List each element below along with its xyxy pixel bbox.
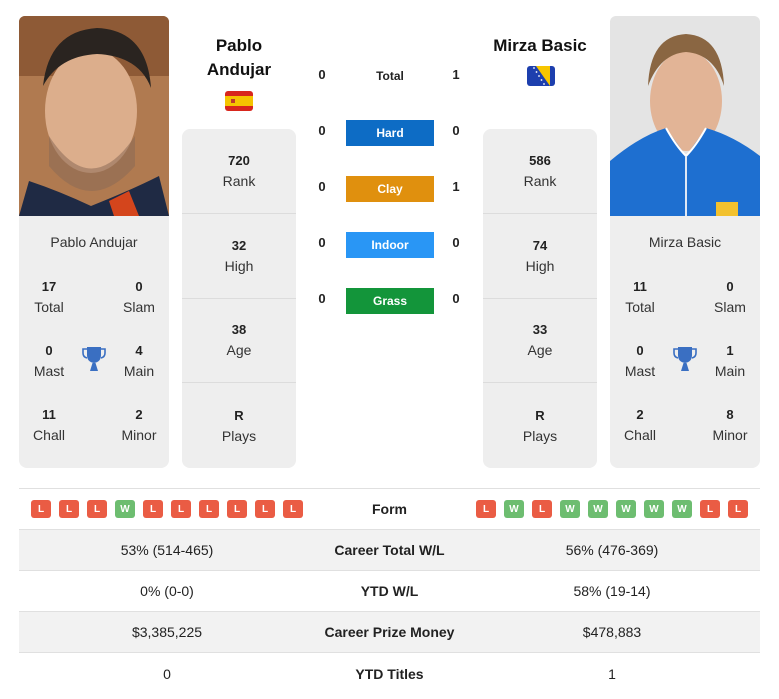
form-win-badge[interactable]: W bbox=[644, 500, 664, 518]
player2-titles-slam: 0 Slam bbox=[714, 279, 746, 315]
player2-card-name: Mirza Basic bbox=[648, 234, 722, 250]
surface-clay-badge: Clay bbox=[346, 176, 434, 202]
player2-career-wl: 56% (476-369) bbox=[565, 542, 659, 558]
form-win-badge[interactable]: W bbox=[504, 500, 524, 518]
career-wl-row: 53% (514-465) Career Total W/L 56% (476-… bbox=[19, 530, 760, 571]
surface-indoor-badge: Indoor bbox=[346, 232, 434, 258]
player1-titles-main: 4 Main bbox=[123, 343, 155, 379]
player1-titles-chall: 11 Chall bbox=[33, 407, 65, 443]
player1-titles-mast: 0 Mast bbox=[33, 343, 65, 379]
player1-high: 32 High bbox=[182, 214, 296, 299]
h2h-indoor-p2: 0 bbox=[452, 235, 460, 250]
h2h-clay-p2: 1 bbox=[452, 179, 460, 194]
form-win-badge[interactable]: W bbox=[616, 500, 636, 518]
ytd-wl-row: 0% (0-0) YTD W/L 58% (19-14) bbox=[19, 571, 760, 612]
form-win-badge[interactable]: W bbox=[560, 500, 580, 518]
prize-money-label: Career Prize Money bbox=[324, 624, 455, 640]
comparison-table: LLLWLLLLLL Form LWLWWWWWLL 53% (514-465)… bbox=[19, 488, 760, 694]
spain-flag-icon bbox=[225, 91, 253, 111]
h2h-total-label: Total bbox=[376, 69, 404, 83]
player1-ytd-titles: 0 bbox=[163, 665, 171, 682]
form-row: LLLWLLLLLL Form LWLWWWWWLL bbox=[19, 489, 760, 530]
form-loss-badge[interactable]: L bbox=[255, 500, 275, 518]
player2-prize-money: $478,883 bbox=[582, 624, 642, 640]
player2-name[interactable]: Mirza Basic bbox=[470, 34, 610, 58]
player2-high: 74 High bbox=[483, 214, 597, 299]
player2-ytd-wl: 58% (19-14) bbox=[573, 583, 651, 599]
h2h-clay-p1: 0 bbox=[318, 179, 326, 194]
player2-info-card: 586 Rank 74 High 33 Age R Plays bbox=[483, 129, 597, 468]
form-win-badge[interactable]: W bbox=[588, 500, 608, 518]
player2-rank: 586 Rank bbox=[483, 129, 597, 214]
player1-titles-total: 17 Total bbox=[34, 279, 64, 315]
h2h-total-p2: 1 bbox=[452, 67, 460, 82]
player1-career-wl: 53% (514-465) bbox=[120, 542, 214, 558]
surface-grass-badge: Grass bbox=[346, 288, 434, 314]
trophy-icon bbox=[82, 347, 106, 371]
h2h-hard-p1: 0 bbox=[318, 123, 326, 138]
prize-money-row: $3,385,225 Career Prize Money $478,883 bbox=[19, 612, 760, 653]
player1-photo bbox=[19, 16, 169, 216]
form-loss-badge[interactable]: L bbox=[87, 500, 107, 518]
form-loss-badge[interactable]: L bbox=[227, 500, 247, 518]
h2h-total-p1: 0 bbox=[318, 67, 326, 82]
player2-plays: R Plays bbox=[522, 407, 558, 444]
player1-titles-card: Pablo Andujar 17 Total 0 Slam 0 Mast 4 M… bbox=[19, 216, 169, 468]
player1-info-card: 720 Rank 32 High 38 Age R Plays bbox=[182, 129, 296, 468]
h2h-hard-p2: 0 bbox=[452, 123, 460, 138]
h2h-indoor-p1: 0 bbox=[318, 235, 326, 250]
form-loss-badge[interactable]: L bbox=[199, 500, 219, 518]
form-loss-badge[interactable]: L bbox=[143, 500, 163, 518]
ytd-wl-label: YTD W/L bbox=[360, 583, 419, 599]
h2h-grass-p1: 0 bbox=[318, 291, 326, 306]
player1-prize-money: $3,385,225 bbox=[131, 624, 203, 640]
player1-ytd-wl: 0% (0-0) bbox=[140, 583, 194, 599]
form-win-badge[interactable]: W bbox=[115, 500, 135, 518]
form-loss-badge[interactable]: L bbox=[700, 500, 720, 518]
form-loss-badge[interactable]: L bbox=[31, 500, 51, 518]
ytd-titles-row: 0 YTD Titles 1 bbox=[19, 653, 760, 694]
ytd-titles-label: YTD Titles bbox=[355, 665, 424, 682]
player2-form: LWLWWWWWLL bbox=[464, 500, 760, 518]
player1-form: LLLWLLLLLL bbox=[19, 500, 315, 518]
player2-titles-total: 11 Total bbox=[625, 279, 655, 315]
career-wl-label: Career Total W/L bbox=[334, 542, 445, 558]
player1-age: 38 Age bbox=[182, 299, 296, 384]
form-loss-badge[interactable]: L bbox=[476, 500, 496, 518]
player1-titles-minor: 2 Minor bbox=[121, 407, 157, 443]
form-loss-badge[interactable]: L bbox=[59, 500, 79, 518]
player2-age: 33 Age bbox=[483, 299, 597, 384]
h2h-grass-p2: 0 bbox=[452, 291, 460, 306]
form-loss-badge[interactable]: L bbox=[532, 500, 552, 518]
player1-rank: 720 Rank bbox=[182, 129, 296, 214]
player1-plays: R Plays bbox=[221, 407, 257, 444]
player2-titles-card: Mirza Basic 11 Total 0 Slam 0 Mast 1 Mai… bbox=[610, 216, 760, 468]
form-label: Form bbox=[372, 501, 407, 517]
player2-titles-mast: 0 Mast bbox=[624, 343, 656, 379]
player1-card-name: Pablo Andujar bbox=[50, 234, 138, 250]
player2-titles-main: 1 Main bbox=[714, 343, 746, 379]
player2-titles-minor: 8 Minor bbox=[712, 407, 748, 443]
player1-name[interactable]: Pablo Andujar bbox=[182, 34, 296, 82]
surface-hard-badge: Hard bbox=[346, 120, 434, 146]
trophy-icon bbox=[673, 347, 697, 371]
bosnia-flag-icon bbox=[527, 66, 555, 86]
form-win-badge[interactable]: W bbox=[672, 500, 692, 518]
form-loss-badge[interactable]: L bbox=[728, 500, 748, 518]
form-loss-badge[interactable]: L bbox=[283, 500, 303, 518]
player2-photo bbox=[610, 16, 760, 216]
player1-titles-slam: 0 Slam bbox=[123, 279, 155, 315]
player2-titles-chall: 2 Chall bbox=[624, 407, 656, 443]
player2-ytd-titles: 1 bbox=[608, 665, 616, 682]
form-loss-badge[interactable]: L bbox=[171, 500, 191, 518]
